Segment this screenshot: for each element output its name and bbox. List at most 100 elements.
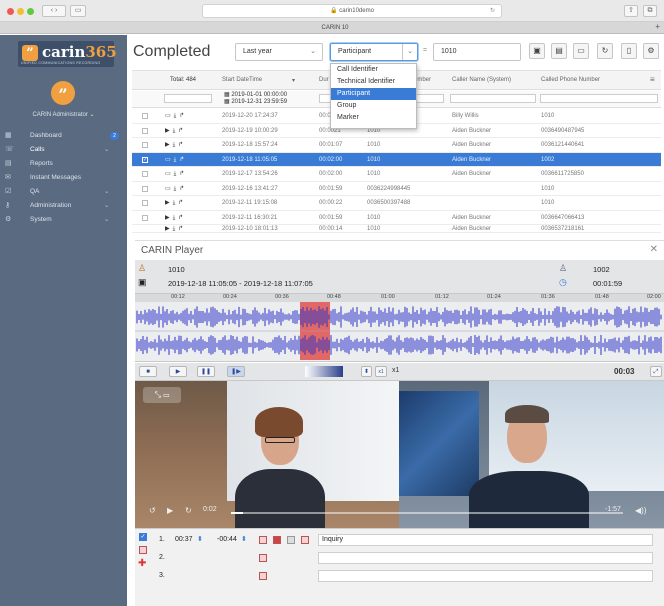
row-actions[interactable]: ▭⤓↱ <box>165 182 187 196</box>
called-filter[interactable] <box>540 94 658 103</box>
video-layout-controls[interactable]: ⤡ ▭ <box>143 387 181 403</box>
pause-button[interactable]: ❚❚ <box>197 366 215 377</box>
reload-icon[interactable]: ↻ <box>490 5 495 17</box>
stop-button[interactable]: ■ <box>139 366 157 377</box>
speed-stepper[interactable]: ⬍ <box>361 366 372 377</box>
close-icon[interactable]: ✕ <box>650 244 658 255</box>
skip-button[interactable]: ❚▶ <box>227 366 245 377</box>
marker-icon[interactable] <box>259 554 267 562</box>
user-avatar[interactable]: ” <box>51 81 75 105</box>
play-button[interactable]: ▶ <box>169 366 187 377</box>
annotation-end[interactable]: -00:44 <box>217 532 237 548</box>
row-checkbox[interactable] <box>142 171 148 177</box>
columns-menu-icon[interactable]: ≡ <box>650 75 655 84</box>
row-actions[interactable]: ▶⤓↱ <box>165 138 186 152</box>
row-checkbox[interactable] <box>142 185 148 192</box>
nav-administration[interactable]: ⚷ Administration ⌄ <box>0 199 127 213</box>
row-actions[interactable]: ▶⤓↱ <box>165 211 186 225</box>
annotation-text-input[interactable]: Inquiry <box>318 534 653 546</box>
back-forward-button[interactable]: ‹ › <box>42 5 66 17</box>
row-actions[interactable]: ▭⤓↱ <box>165 167 187 181</box>
nav-qa[interactable]: ☑ QA ⌄ <box>0 185 127 199</box>
audio-waveform[interactable] <box>135 302 664 362</box>
annotation-text-input[interactable] <box>318 552 653 564</box>
table-row[interactable]: ▭⤓↱ 2019-12-17 13:54:26 00:02:00 1010 Aiden … <box>132 167 661 182</box>
maximize-window-icon[interactable] <box>27 8 34 15</box>
row-actions[interactable]: ▶⤓↱ <box>165 124 186 138</box>
date-range-filter[interactable]: ▦ 2019-01-01 00:00:00 ▦ 2019-12-31 23:59:… <box>224 92 287 106</box>
caller-filter[interactable] <box>450 94 536 103</box>
fullscreen-button[interactable]: ⤢ <box>650 366 662 377</box>
filter-field-select[interactable]: Participant ⌄ <box>330 43 418 61</box>
option-call-identifier[interactable]: Call Identifier <box>331 64 416 76</box>
nav-system[interactable]: ⚙ System ⌄ <box>0 213 127 227</box>
user-menu[interactable]: CARIN Administrator ⌄ <box>0 111 127 118</box>
video-play-icon[interactable]: ▶ <box>167 506 173 515</box>
header-caller-name[interactable]: Caller Name (System) <box>452 77 511 83</box>
forward-icon[interactable]: ↻ <box>185 506 192 515</box>
row-checkbox[interactable] <box>142 214 148 221</box>
period-select[interactable]: Last year ⌄ <box>235 43 323 61</box>
table-row[interactable]: ▭⤓↱ 2019-12-16 13:41:27 00:01:59 0036224998… <box>132 182 661 196</box>
tabs-button[interactable]: ⧉ <box>643 5 657 17</box>
table-row[interactable]: ▶⤓↱ 2019-12-11 19:15:08 00:00:22 0036500397… <box>132 196 661 211</box>
calendar-icon[interactable]: ▣ <box>529 43 545 59</box>
annotation-row[interactable]: 2. <box>135 550 664 567</box>
total-filter[interactable] <box>164 94 212 103</box>
nav-instant-messages[interactable]: ✉ Instant Messages <box>0 171 127 185</box>
annotation-text-input[interactable] <box>318 570 653 582</box>
close-window-icon[interactable] <box>7 8 14 15</box>
play-segment-icon[interactable] <box>287 536 295 544</box>
start-stepper-icon[interactable]: ⬍ <box>197 532 203 548</box>
sidebar-toggle-button[interactable]: ▭ <box>70 5 86 17</box>
save-icon[interactable]: ▤ <box>551 43 567 59</box>
folder-icon[interactable]: ▭ <box>573 43 589 59</box>
search-input[interactable]: 1010 <box>433 43 521 61</box>
speaker-icon[interactable]: ◀)) <box>635 506 646 515</box>
row-checkbox-checked[interactable]: ✓ <box>142 156 148 163</box>
record-icon[interactable] <box>273 536 281 544</box>
rewind-icon[interactable]: ↺ <box>149 506 156 515</box>
end-stepper-icon[interactable]: ⬍ <box>241 532 247 548</box>
table-row[interactable]: ▶⤓↱ 2019-12-11 16:30:21 00:01:59 1010 Aiden … <box>132 211 661 225</box>
header-duration[interactable]: Dur <box>319 77 329 83</box>
delete-icon[interactable] <box>301 536 309 544</box>
volume-slider[interactable] <box>305 366 343 377</box>
share-button[interactable]: ⇧ <box>624 5 638 17</box>
option-participant[interactable]: Participant <box>331 88 416 100</box>
annotation-row[interactable]: 1. 00:37 ⬍ -00:44 ⬍ Inquiry <box>135 532 664 549</box>
option-marker[interactable]: Marker <box>331 112 416 124</box>
option-technical-identifier[interactable]: Technical Identifier <box>331 76 416 88</box>
address-bar[interactable]: 🔒 carin10demo ↻ <box>202 4 502 18</box>
table-row[interactable]: ▶⤓↱ 2019-12-18 15:57:24 00:01:07 1010 Aiden … <box>132 138 661 153</box>
browser-tab[interactable]: CARIN 10 <box>210 23 460 34</box>
row-actions[interactable]: ▭⤓↱ <box>165 109 187 123</box>
new-tab-icon[interactable]: + <box>655 22 660 31</box>
video-viewer[interactable]: ⤡ ▭ ↺ ▶ ↻ 0:02 -1:57 ◀)) <box>135 381 664 528</box>
row-actions[interactable]: ▶⤓↱ <box>165 196 186 210</box>
settings-icon[interactable]: ⚙ <box>643 43 659 59</box>
table-row[interactable]: ▶⤓↱ 2019-12-10 18:01:13 00:00:14 1010 Aiden … <box>132 225 661 233</box>
row-checkbox[interactable] <box>142 142 148 148</box>
minimize-window-icon[interactable] <box>17 8 24 15</box>
video-progress-bar[interactable] <box>231 512 623 514</box>
nav-dashboard[interactable]: ▦ Dashboard 2 <box>0 129 127 143</box>
header-start-datetime[interactable]: Start DateTime <box>222 77 262 83</box>
sort-desc-icon[interactable]: ▾ <box>292 77 295 84</box>
option-group[interactable]: Group <box>331 100 416 112</box>
carin365-logo[interactable]: ” carin365 UNIFIED COMMUNICATIONS RECORD… <box>18 41 117 67</box>
annotation-row[interactable]: 3. <box>135 568 664 585</box>
annotation-start[interactable]: 00:37 <box>175 532 193 548</box>
row-actions[interactable]: ▭⤓↱ <box>165 153 187 167</box>
export-icon[interactable]: ▯ <box>621 43 637 59</box>
nav-calls[interactable]: ☏ Calls ⌄ <box>0 143 127 157</box>
nav-reports[interactable]: ▤ Reports <box>0 157 127 171</box>
marker-icon[interactable] <box>259 536 267 544</box>
row-actions[interactable]: ▶⤓↱ <box>165 225 186 232</box>
row-checkbox[interactable] <box>142 113 148 119</box>
speed-reset-button[interactable]: x1 <box>375 366 387 377</box>
marker-icon[interactable] <box>259 572 267 580</box>
row-checkbox[interactable] <box>142 200 148 206</box>
row-checkbox[interactable] <box>142 127 148 134</box>
refresh-icon[interactable]: ↻ <box>597 43 613 59</box>
